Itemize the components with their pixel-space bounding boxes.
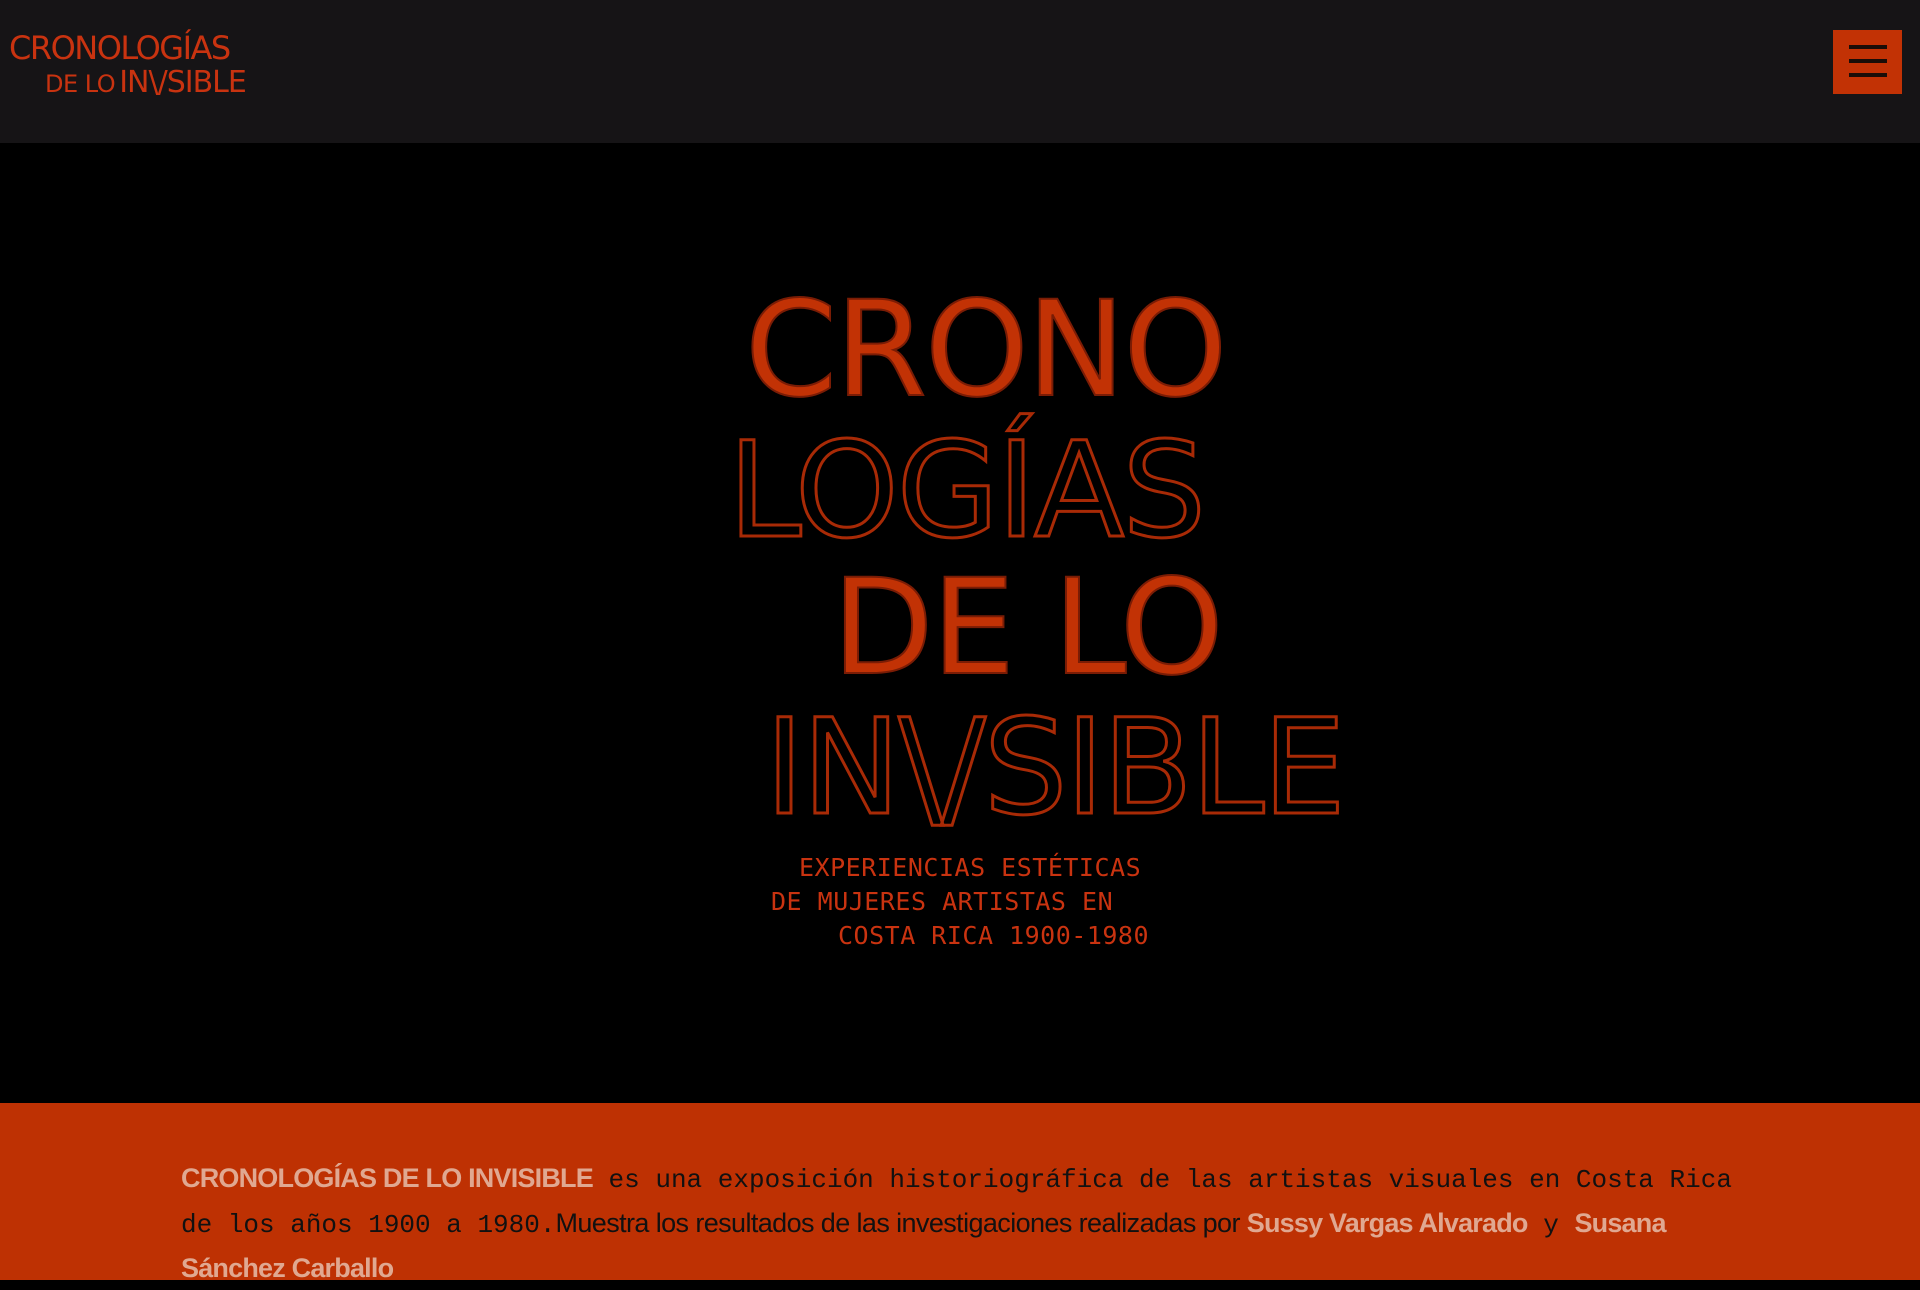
hero-title-graphic: CRONO LOGÍAS DE LO IN\/SIBLE [727, 272, 1348, 847]
author-link-sussy-vargas[interactable]: Sussy Vargas Alvarado [1247, 1208, 1529, 1238]
logo-line-1: CRONOLOGÍAS [9, 29, 231, 67]
intro-paragraph: CRONOLOGÍAS DE LO INVISIBLE es una expos… [181, 1157, 1741, 1290]
hero-subtitle-line-1: EXPERIENCIAS ESTÉTICAS [799, 853, 1142, 882]
intro-section: CRONOLOGÍAS DE LO INVISIBLE es una expos… [0, 1103, 1920, 1283]
site-header: CRONOLOGÍAS DE LO IN\/SIBLE [0, 0, 1920, 143]
menu-button[interactable] [1833, 30, 1902, 94]
hero-section: CRONO LOGÍAS DE LO IN\/SIBLE EXPERIENCIA… [0, 143, 1920, 1103]
exhibition-name: CRONOLOGÍAS DE LO INVISIBLE [181, 1163, 594, 1193]
hero-title-line-1: CRONO [745, 273, 1225, 427]
intro-conjunction: y [1527, 1210, 1575, 1240]
logo-de-lo: DE LO [45, 70, 116, 98]
site-logo[interactable]: CRONOLOGÍAS DE LO IN\/SIBLE [9, 29, 247, 102]
logo-invisible: IN\/SIBLE [119, 65, 247, 100]
hero-subtitle-line-2: DE MUJERES ARTISTAS EN [771, 887, 1114, 916]
intro-text-sans: Muestra los resultados de las investigac… [555, 1208, 1247, 1238]
logo-line-2: DE LO IN\/SIBLE [45, 65, 247, 104]
hero-title-line-3: DE LO [832, 551, 1222, 705]
hero-title-line-4: IN\/SIBLE [765, 691, 1344, 845]
hero-title-line-2: LOGÍAS [728, 413, 1204, 568]
hero-subtitle-line-3: COSTA RICA 1900-1980 [838, 921, 1150, 950]
